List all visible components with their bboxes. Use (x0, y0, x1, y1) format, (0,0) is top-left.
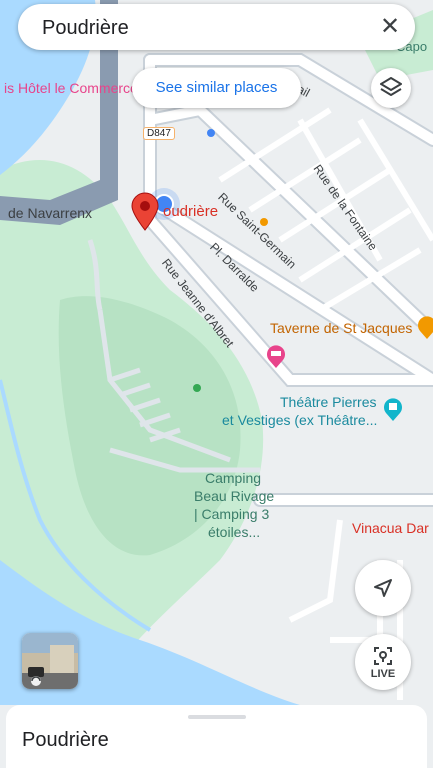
place-title: Poudrière (22, 729, 109, 751)
layers-button[interactable] (371, 68, 411, 108)
close-icon[interactable]: ✕ (377, 14, 403, 40)
map-label-camping-line4[interactable]: étoiles... (208, 524, 260, 540)
theatre-marker-icon[interactable] (382, 396, 404, 422)
layers-icon (380, 77, 402, 96)
hotel-marker-icon[interactable] (265, 343, 287, 369)
navigation-arrow-icon (374, 579, 392, 597)
location-pin-icon[interactable] (130, 192, 160, 232)
navigation-button[interactable] (355, 560, 411, 616)
map-label-camping-line1[interactable]: Camping (205, 470, 261, 486)
street-view-image (22, 633, 78, 689)
live-label: LIVE (370, 668, 396, 680)
search-query-text[interactable]: Poudrière (42, 17, 129, 40)
map-label-theatre-line1[interactable]: Théâtre Pierres (280, 394, 376, 410)
map-label-hotel[interactable]: is Hôtel le Commerce (4, 80, 138, 96)
map-label-vinacua[interactable]: Vinacua Dar (352, 520, 429, 536)
search-bar[interactable]: Poudrière ✕ (18, 4, 415, 50)
map-label-poudriere[interactable]: oudrière (163, 203, 218, 220)
map-label-camping-line2[interactable]: Beau Rivage (194, 488, 274, 504)
see-similar-places-chip[interactable]: See similar places (132, 68, 301, 108)
map-label-taverne[interactable]: Taverne de St Jacques (270, 320, 412, 336)
map-label-road-number: D847 (143, 127, 175, 140)
live-view-button[interactable]: LIVE (355, 634, 411, 690)
street-view-thumbnail[interactable] (22, 633, 78, 689)
map-label-navarrenx: de Navarrenx (8, 205, 93, 221)
map-label-theatre-line2[interactable]: et Vestiges (ex Théâtre... (222, 412, 377, 428)
sheet-drag-handle[interactable] (188, 715, 246, 719)
map-label-camping-line3[interactable]: | Camping 3 (194, 506, 269, 522)
bottom-sheet[interactable]: Poudrière (6, 705, 427, 768)
restaurant-marker-icon[interactable] (416, 314, 433, 340)
